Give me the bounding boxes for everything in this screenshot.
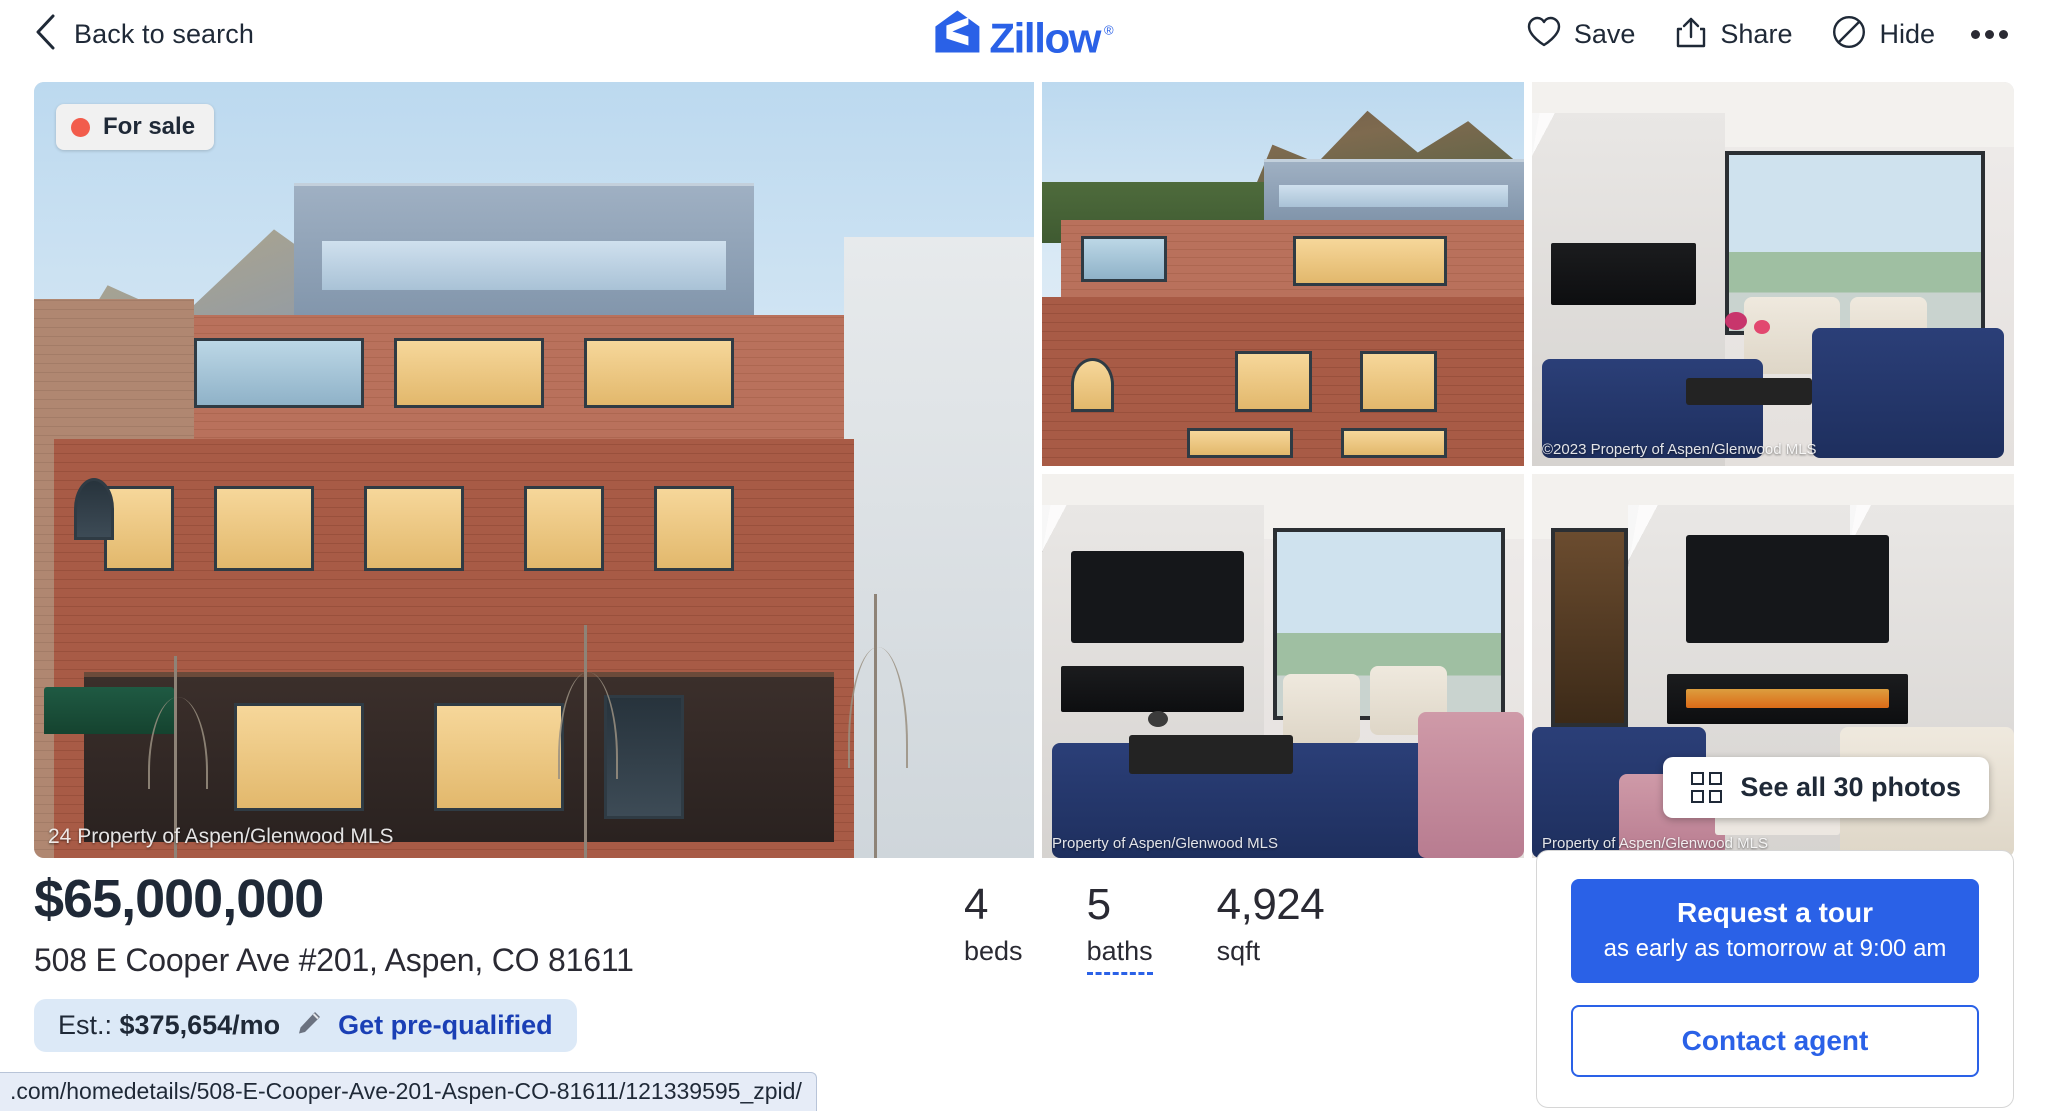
chevron-left-icon	[34, 14, 56, 55]
status-badge-label: For sale	[103, 113, 196, 140]
photo-watermark: 24 Property of Aspen/Glenwood MLS	[48, 825, 394, 848]
grid-icon	[1691, 772, 1723, 803]
save-button[interactable]: Save	[1507, 10, 1656, 59]
fact-sqft: 4,924 sqft	[1217, 880, 1389, 975]
browser-status-bar-url: .com/homedetails/508-E-Cooper-Ave-201-As…	[0, 1072, 817, 1111]
request-a-tour-button[interactable]: Request a tour as early as tomorrow at 9…	[1571, 879, 1979, 983]
sqft-value: 4,924	[1216, 880, 1325, 929]
gallery-photo-3[interactable]: ©2023 Property of Aspen/Glenwood MLS	[1532, 82, 2014, 466]
zillow-house-icon	[934, 10, 980, 59]
fact-baths: 5 baths	[1086, 880, 1217, 975]
fact-beds: 4 beds	[964, 880, 1087, 975]
hide-button[interactable]: Hide	[1812, 9, 1955, 60]
more-options-button[interactable]	[1955, 20, 2024, 49]
exterior-front-photo	[34, 82, 1034, 858]
status-dot-icon	[71, 117, 90, 137]
share-button[interactable]: Share	[1655, 10, 1812, 59]
photo-watermark: Property of Aspen/Glenwood MLS	[1052, 835, 1278, 852]
interior-living-room-photo	[1532, 82, 2014, 466]
gallery-photo-4[interactable]: Property of Aspen/Glenwood MLS	[1042, 474, 1524, 858]
gallery-photo-main[interactable]: For sale 24 Property of Aspen/Glenwood M…	[34, 82, 1034, 858]
baths-value: 5	[1086, 880, 1111, 929]
back-to-search-button[interactable]: Back to search	[34, 14, 254, 55]
beds-value: 4	[964, 880, 988, 929]
listing-summary: $65,000,000 508 E Cooper Ave #201, Aspen…	[34, 850, 2014, 1108]
zillow-logo[interactable]: Zillow ®	[934, 10, 1114, 62]
gallery-photo-2[interactable]	[1042, 82, 1524, 466]
listing-address: 508 E Cooper Ave #201, Aspen, CO 81611	[34, 942, 634, 978]
exterior-rooftop-photo	[1042, 82, 1524, 466]
photo-watermark: ©2023 Property of Aspen/Glenwood MLS	[1542, 441, 1817, 458]
see-all-photos-label: See all 30 photos	[1740, 772, 1961, 802]
see-all-photos-button[interactable]: See all 30 photos	[1663, 757, 1989, 818]
listing-price: $65,000,000	[34, 869, 324, 929]
baths-label[interactable]: baths	[1086, 936, 1153, 975]
header-actions: Save Share Hide	[1507, 9, 2024, 60]
registered-trademark-icon: ®	[1104, 22, 1114, 38]
more-horizontal-icon	[1971, 29, 1980, 39]
hide-label: Hide	[1879, 18, 1935, 49]
heart-icon	[1527, 16, 1561, 53]
zillow-wordmark: Zillow	[989, 14, 1101, 62]
contact-agent-button[interactable]: Contact agent	[1571, 1005, 1979, 1077]
status-badge: For sale	[56, 104, 215, 150]
save-label: Save	[1573, 18, 1636, 49]
request-a-tour-title: Request a tour	[1676, 897, 1874, 928]
monthly-estimate-amount: $375,654/mo	[119, 1010, 281, 1040]
monthly-estimate-pill[interactable]: Est.: $375,654/mo Get pre-qualified	[34, 999, 577, 1052]
cta-card: Request a tour as early as tomorrow at 9…	[1536, 850, 2014, 1108]
more-horizontal-icon-dot2	[1985, 29, 1994, 39]
listing-summary-left: $65,000,000 508 E Cooper Ave #201, Aspen…	[34, 868, 964, 1052]
interior-living-room-photo-2	[1042, 474, 1524, 858]
get-pre-qualified-link[interactable]: Get pre-qualified	[338, 1010, 553, 1041]
beds-label: beds	[964, 936, 1023, 966]
request-a-tour-subtitle: as early as tomorrow at 9:00 am	[1603, 935, 1947, 962]
pencil-icon[interactable]	[296, 1010, 322, 1041]
circle-slash-icon	[1832, 15, 1866, 54]
more-horizontal-icon-dot3	[1999, 29, 2008, 39]
page-header: Back to search Zillow ® Save Share Hide	[0, 0, 2048, 68]
share-icon	[1675, 16, 1707, 53]
monthly-estimate-prefix: Est.:	[58, 1010, 120, 1040]
photo-gallery: For sale 24 Property of Aspen/Glenwood M…	[34, 82, 2014, 858]
sqft-label: sqft	[1216, 936, 1261, 966]
share-label: Share	[1720, 18, 1793, 49]
back-to-search-label: Back to search	[74, 18, 254, 49]
monthly-estimate-text: Est.: $375,654/mo	[58, 1010, 280, 1041]
listing-facts: 4 beds 5 baths 4,924 sqft	[964, 868, 1388, 975]
